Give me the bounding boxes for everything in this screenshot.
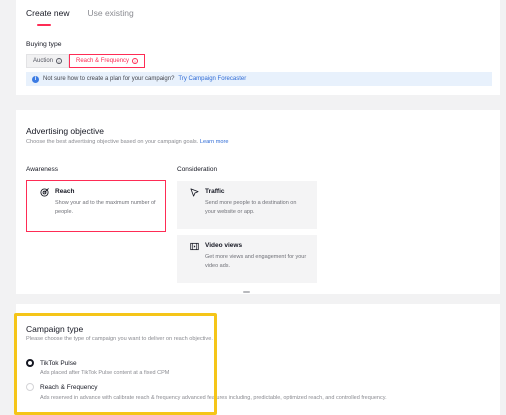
auction-option[interactable]: Auction i xyxy=(26,54,70,68)
objective-reach-desc: Show your ad to the maximum number of pe… xyxy=(55,200,156,215)
tiktok-pulse-desc: Ads placed after TikTok Pulse content at… xyxy=(40,370,170,376)
advertising-objective-subtitle: Choose the best advertising objective ba… xyxy=(26,139,228,145)
tab-create-new[interactable]: Create new xyxy=(26,8,69,26)
creation-mode-tabs: Create new Use existing xyxy=(26,8,134,26)
advertising-objective-title: Advertising objective xyxy=(26,126,104,136)
subtitle-text: Choose the best advertising objective ba… xyxy=(26,139,199,145)
campaign-type-subtitle: Please choose the type of campaign you w… xyxy=(26,336,213,342)
buying-type-card: Create new Use existing Buying type Auct… xyxy=(16,0,500,95)
buying-type-label: Buying type xyxy=(26,41,62,48)
reach-frequency-label: Reach & Frequency xyxy=(76,58,130,64)
info-icon[interactable]: i xyxy=(132,58,139,64)
forecaster-banner: i Not sure how to create a plan for your… xyxy=(26,72,492,86)
campaign-forecaster-link[interactable]: Try Campaign Forecaster xyxy=(178,76,246,82)
objective-reach-name: Reach xyxy=(55,188,75,195)
campaign-type-card: Campaign type Please choose the type of … xyxy=(16,304,500,415)
reach-target-icon xyxy=(40,188,49,197)
objective-traffic-desc: Send more people to a destination on you… xyxy=(205,200,297,215)
objective-video-views-desc: Get more views and engagement for your v… xyxy=(205,254,307,269)
reach-frequency-desc: Ads reserved in advance with calibrate r… xyxy=(40,395,387,401)
campaign-type-title: Campaign type xyxy=(26,324,84,334)
objective-video-views[interactable]: Video views Get more views and engagemen… xyxy=(177,235,317,283)
objective-video-views-name: Video views xyxy=(205,242,243,249)
info-icon: i xyxy=(32,75,39,83)
consideration-heading: Consideration xyxy=(177,166,218,173)
tab-use-existing[interactable]: Use existing xyxy=(87,8,133,23)
learn-more-link[interactable]: Learn more xyxy=(200,139,229,145)
reach-frequency-option[interactable]: Reach & Frequency i xyxy=(69,54,146,68)
auction-label: Auction xyxy=(33,58,54,64)
advertising-objective-card: Advertising objective Choose the best ad… xyxy=(16,110,500,294)
video-film-icon xyxy=(190,242,199,251)
awareness-heading: Awareness xyxy=(26,166,59,173)
radio-tiktok-pulse[interactable]: TikTok Pulse xyxy=(26,359,77,367)
objective-traffic-name: Traffic xyxy=(205,188,225,195)
cursor-arrow-icon xyxy=(190,188,199,197)
banner-text: Not sure how to create a plan for your c… xyxy=(43,76,175,82)
radio-button-checked[interactable] xyxy=(26,359,34,367)
objective-traffic[interactable]: Traffic Send more people to a destinatio… xyxy=(177,181,317,229)
horizontal-scroll-handle[interactable] xyxy=(243,291,250,293)
radio-reach-frequency[interactable]: Reach & Frequency xyxy=(26,383,97,391)
buying-type-selector: Auction i Reach & Frequency i xyxy=(26,54,146,68)
info-icon[interactable]: i xyxy=(56,58,63,64)
objective-reach[interactable]: Reach Show your ad to the maximum number… xyxy=(26,180,166,232)
tiktok-pulse-label: TikTok Pulse xyxy=(40,359,77,367)
reach-frequency-radio-label: Reach & Frequency xyxy=(40,383,98,391)
radio-button[interactable] xyxy=(26,383,34,391)
